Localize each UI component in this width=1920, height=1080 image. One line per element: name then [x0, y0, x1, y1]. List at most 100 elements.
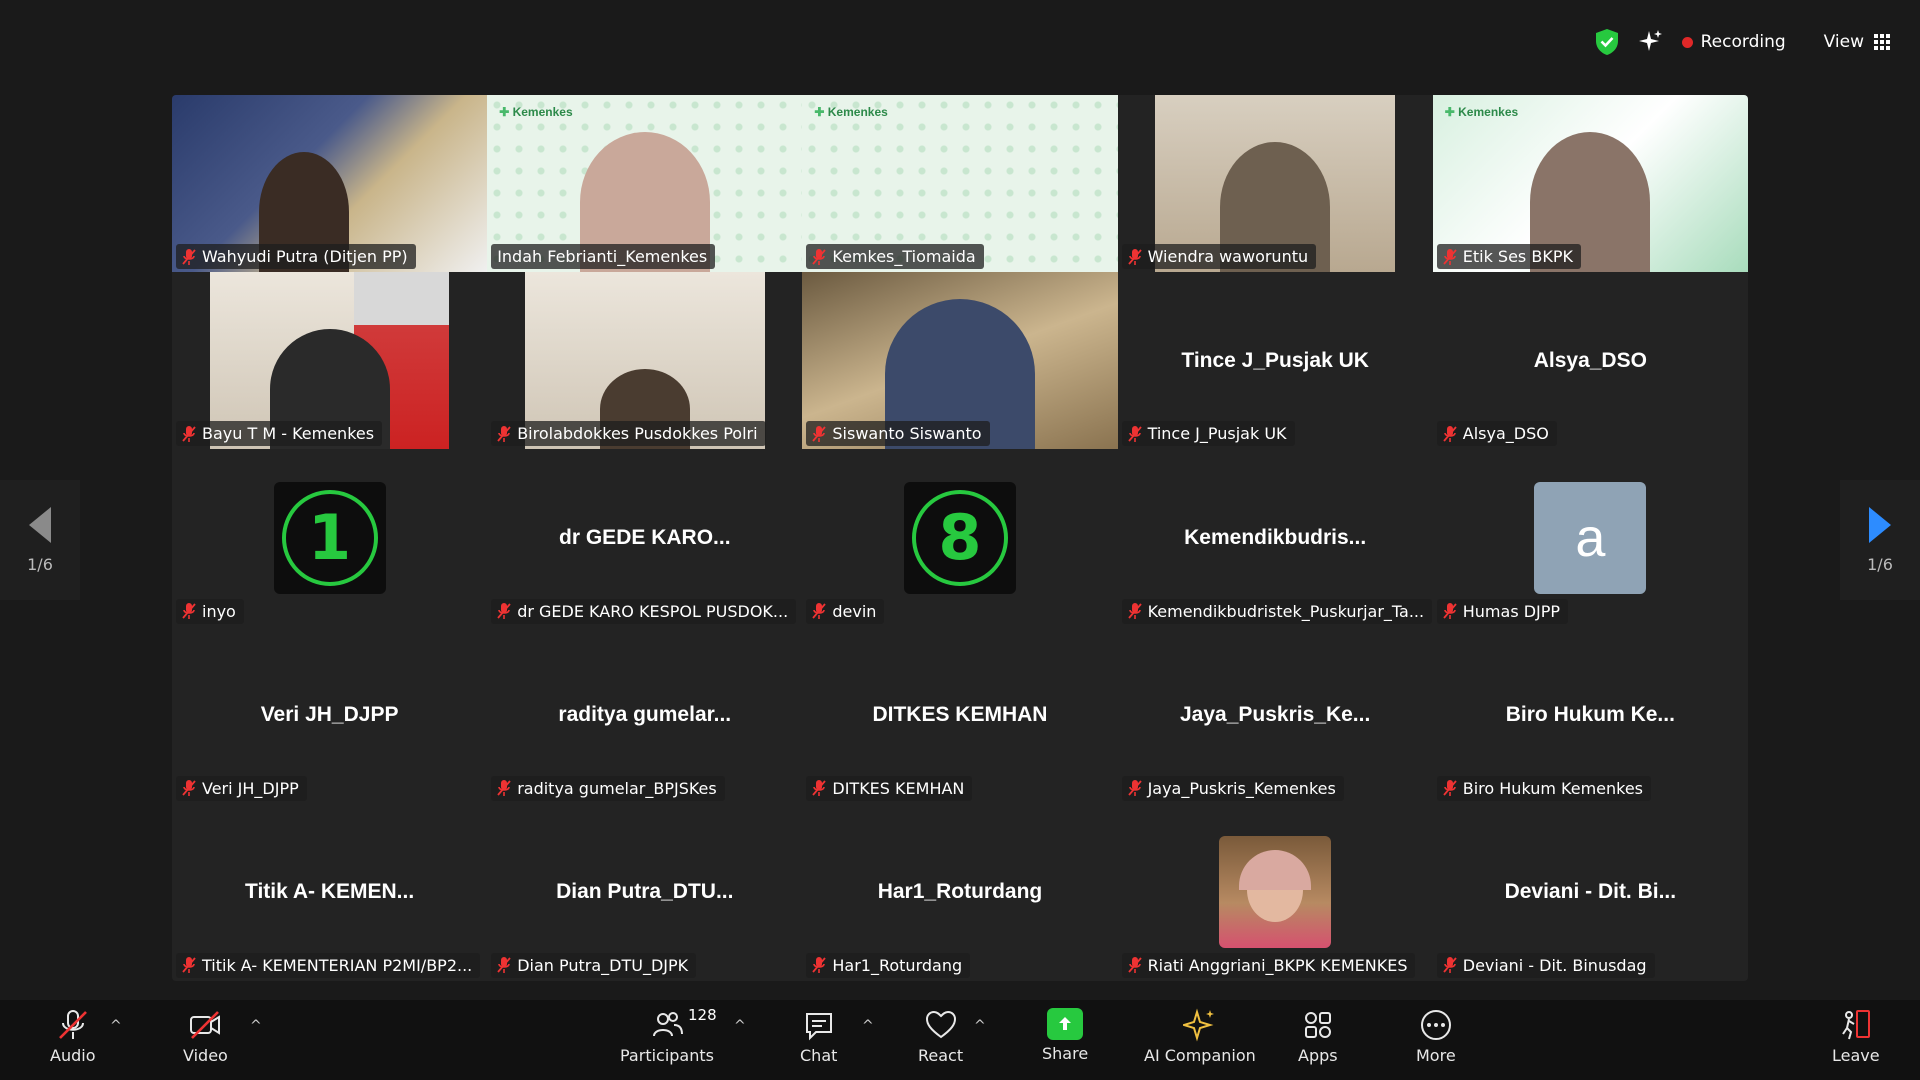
- participant-name-label: Wiendra waworuntu: [1121, 244, 1317, 270]
- participant-tile[interactable]: Deviani - Dit. Bi... Deviani - Dit. Binu…: [1432, 803, 1748, 981]
- participant-name-label: Biro Hukum Kemenkes: [1436, 775, 1652, 801]
- mic-muted-icon: [1127, 957, 1142, 974]
- participant-name-label: Siswanto Siswanto: [806, 421, 990, 447]
- participant-tile-active-speaker[interactable]: Kemenkes Indah Febrianti_Kemenkes: [487, 95, 803, 273]
- participant-tile[interactable]: Kemenkes Kemkes_Tiomaida: [802, 95, 1118, 273]
- participant-name-label: Dian Putra_DTU_DJPK: [491, 952, 697, 978]
- chat-button[interactable]: Chat: [800, 1008, 837, 1065]
- participant-name-label: Wahyudi Putra (Ditjen PP): [176, 244, 416, 270]
- participant-tile[interactable]: Birolabdokkes Pusdokkes Polri: [487, 272, 803, 450]
- ai-companion-sparkle-icon: [1182, 1008, 1214, 1042]
- video-button[interactable]: Video: [183, 1008, 228, 1065]
- leave-button[interactable]: Leave: [1832, 1008, 1880, 1065]
- participant-name-label: Etik Ses BKPK: [1436, 244, 1581, 270]
- participant-tile[interactable]: Veri JH_DJPP Veri JH_DJPP: [172, 626, 488, 804]
- mic-muted-icon: [497, 425, 511, 442]
- participants-icon: [652, 1012, 683, 1037]
- view-label: View: [1823, 32, 1864, 52]
- react-button[interactable]: React: [918, 1008, 963, 1065]
- next-page-button[interactable]: 1/6: [1840, 480, 1920, 600]
- mic-muted-icon: [812, 603, 827, 620]
- video-options-caret[interactable]: ^: [250, 1018, 262, 1034]
- ai-sparkle-icon[interactable]: [1638, 29, 1664, 55]
- timer-avatar: 1: [273, 481, 386, 594]
- recording-label: Recording: [1700, 32, 1786, 52]
- participant-name-label: DITKES KEMHAN: [806, 775, 973, 801]
- participant-name-label: Kemkes_Tiomaida: [806, 244, 984, 270]
- leave-door-icon: [1841, 1010, 1870, 1040]
- participant-name-label: Veri JH_DJPP: [176, 775, 307, 801]
- mic-muted-icon: [182, 603, 196, 620]
- ai-companion-button[interactable]: AI Companion: [1144, 1008, 1256, 1065]
- participant-tile[interactable]: dr GEDE KARO... dr GEDE KARO KESPOL PUSD…: [487, 449, 803, 627]
- participant-name-label: Jaya_Puskris_Kemenkes: [1121, 775, 1344, 801]
- participant-tile[interactable]: Tince J_Pusjak UK Tince J_Pusjak UK: [1117, 272, 1433, 450]
- audio-options-caret[interactable]: ^: [110, 1018, 122, 1034]
- participant-name-label: Bayu T M - Kemenkes: [176, 421, 383, 447]
- audio-button[interactable]: Audio: [50, 1008, 95, 1065]
- top-bar: Recording View: [1594, 22, 1890, 62]
- participants-options-caret[interactable]: ^: [734, 1018, 746, 1034]
- participants-count: 128: [688, 1006, 717, 1024]
- participant-name-label: Deviani - Dit. Binusdag: [1436, 952, 1655, 978]
- meeting-toolbar: Audio ^ Video ^ Participants 128 ^ Chat …: [0, 1000, 1920, 1080]
- participant-display-name: Titik A- KEMEN...: [245, 880, 415, 904]
- participant-display-name: raditya gumelar...: [558, 703, 732, 727]
- participant-tile[interactable]: Alsya_DSO Alsya_DSO: [1432, 272, 1748, 450]
- page-indicator: 1/6: [1867, 554, 1893, 574]
- mic-muted-icon: [1443, 957, 1457, 974]
- more-dots-icon: [1420, 1010, 1451, 1040]
- participant-name-label: Humas DJPP: [1436, 598, 1569, 624]
- participant-tile[interactable]: Riati Anggriani_BKPK KEMENKES: [1117, 803, 1433, 981]
- participant-tile[interactable]: Titik A- KEMEN... Titik A- KEMENTERIAN P…: [172, 803, 488, 981]
- apps-button[interactable]: Apps: [1298, 1008, 1338, 1065]
- participant-tile[interactable]: Kemenkes Etik Ses BKPK: [1432, 95, 1748, 273]
- participant-tile[interactable]: Wiendra waworuntu: [1117, 95, 1433, 273]
- share-screen-icon: [1047, 1008, 1084, 1040]
- mic-muted-icon: [182, 957, 196, 974]
- mic-muted-icon: [812, 248, 827, 265]
- participant-display-name: Kemendikbudris...: [1184, 525, 1367, 549]
- mic-muted-icon: [58, 1010, 87, 1039]
- participant-display-name: Deviani - Dit. Bi...: [1504, 880, 1677, 904]
- mic-muted-icon: [1443, 248, 1457, 265]
- kemenkes-logo: Kemenkes: [814, 105, 888, 119]
- participant-tile[interactable]: Bayu T M - Kemenkes: [172, 272, 488, 450]
- arrow-left-icon: [29, 506, 51, 543]
- participant-tile[interactable]: raditya gumelar... raditya gumelar_BPJSK…: [487, 626, 803, 804]
- participant-tile[interactable]: Har1_Roturdang Har1_Roturdang: [802, 803, 1118, 981]
- photo-avatar: [1219, 836, 1332, 949]
- participant-tile[interactable]: Wahyudi Putra (Ditjen PP): [172, 95, 488, 273]
- participant-tile[interactable]: DITKES KEMHAN DITKES KEMHAN: [802, 626, 1118, 804]
- participant-name-label: Birolabdokkes Pusdokkes Polri: [491, 421, 766, 447]
- mic-muted-icon: [497, 780, 511, 797]
- participant-tile[interactable]: a Humas DJPP: [1432, 449, 1748, 627]
- kemenkes-logo: Kemenkes: [1445, 105, 1518, 119]
- security-shield-icon[interactable]: [1594, 28, 1620, 56]
- participant-tile[interactable]: 1 inyo: [172, 449, 488, 627]
- participant-tile[interactable]: Kemendikbudris... Kemendikbudristek_Pusk…: [1117, 449, 1433, 627]
- chat-options-caret[interactable]: ^: [862, 1018, 874, 1034]
- participant-name-label: Titik A- KEMENTERIAN P2MI/BP2...: [176, 952, 481, 978]
- participant-display-name: Tince J_Pusjak UK: [1181, 348, 1369, 372]
- share-button[interactable]: Share: [1042, 1008, 1088, 1063]
- react-options-caret[interactable]: ^: [974, 1018, 986, 1034]
- more-button[interactable]: More: [1416, 1008, 1456, 1065]
- timer-digit: 8: [911, 489, 1008, 586]
- gallery-grid: Wahyudi Putra (Ditjen PP) Kemenkes Indah…: [172, 95, 1748, 981]
- participant-tile[interactable]: Jaya_Puskris_Ke... Jaya_Puskris_Kemenkes: [1117, 626, 1433, 804]
- mic-muted-icon: [182, 248, 196, 265]
- participant-name-label: raditya gumelar_BPJSKes: [491, 775, 725, 801]
- previous-page-button[interactable]: 1/6: [0, 480, 80, 600]
- participant-tile[interactable]: Siswanto Siswanto: [802, 272, 1118, 450]
- view-button[interactable]: View: [1824, 32, 1890, 52]
- video-off-icon: [190, 1011, 221, 1039]
- participant-tile[interactable]: Biro Hukum Ke... Biro Hukum Kemenkes: [1432, 626, 1748, 804]
- participant-tile[interactable]: Dian Putra_DTU... Dian Putra_DTU_DJPK: [487, 803, 803, 981]
- letter-avatar: a: [1534, 481, 1647, 594]
- mic-muted-icon: [812, 425, 827, 442]
- participant-name-label: Alsya_DSO: [1436, 421, 1557, 447]
- recording-indicator[interactable]: Recording: [1681, 32, 1786, 52]
- participant-display-name: Veri JH_DJPP: [260, 703, 399, 727]
- participant-tile[interactable]: 8 devin: [802, 449, 1118, 627]
